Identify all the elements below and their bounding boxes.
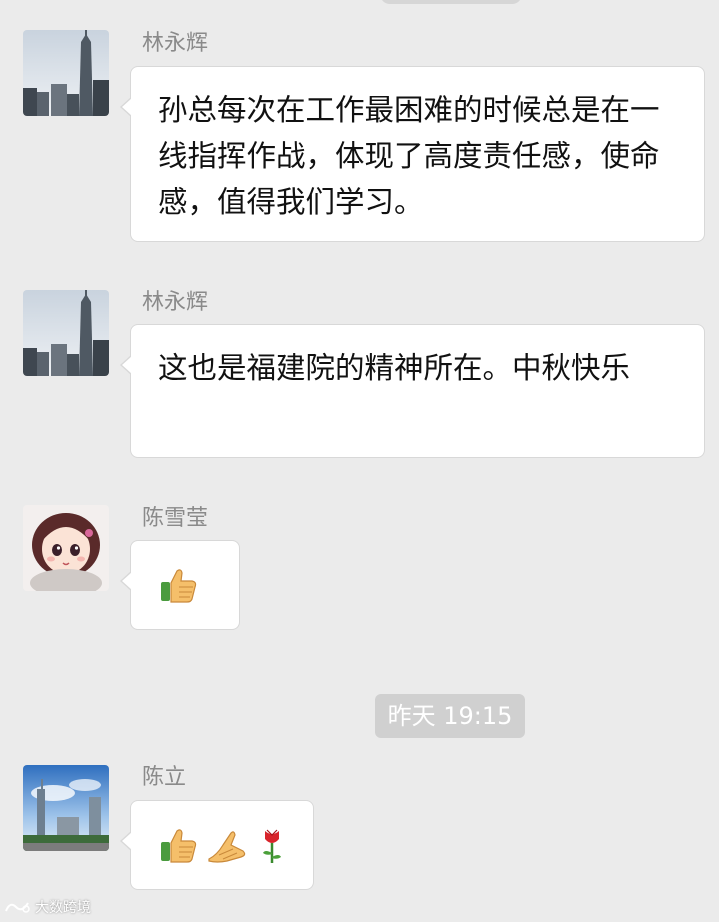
sender-name: 陈立	[142, 765, 187, 790]
timestamp-pill: 昨天 19:15	[375, 694, 525, 738]
cartoon-girl-avatar	[23, 505, 109, 591]
thumbs-up-icon	[161, 569, 197, 603]
sender-name: 林永辉	[142, 31, 209, 56]
city-skyline-avatar	[23, 765, 109, 851]
sender-avatar[interactable]	[23, 505, 109, 591]
sender-avatar[interactable]	[23, 30, 109, 116]
message-text: 孙总每次在工作最困难的时候总是在一线指挥作战，体现了高度责任感，使命感，值得我们…	[158, 93, 660, 219]
watermark-text: 大数跨境	[35, 900, 91, 916]
watermark: 大数跨境	[4, 897, 91, 917]
sender-name: 陈雪莹	[142, 506, 209, 531]
thumbs-up-icon	[161, 829, 197, 863]
message-text: 这也是福建院的精神所在。中秋快乐	[158, 351, 631, 385]
message-bubble[interactable]	[120, 540, 240, 630]
sender-avatar[interactable]	[23, 290, 109, 376]
handshake-icon	[208, 831, 246, 863]
watermark-logo-icon	[5, 902, 30, 913]
emoji-row	[131, 541, 239, 629]
message-bubble[interactable]: 孙总每次在工作最困难的时候总是在一线指挥作战，体现了高度责任感，使命感，值得我们…	[120, 66, 705, 242]
previous-timestamp-pill	[380, 0, 522, 4]
message-bubble[interactable]: 这也是福建院的精神所在。中秋快乐	[120, 324, 705, 458]
skyscraper-photo-avatar	[23, 30, 109, 116]
sender-avatar[interactable]	[23, 765, 109, 851]
emoji-row	[131, 801, 313, 889]
message-bubble[interactable]	[120, 800, 314, 890]
skyscraper-photo-avatar	[23, 290, 109, 376]
rose-icon	[263, 829, 281, 863]
sender-name: 林永辉	[142, 290, 209, 315]
